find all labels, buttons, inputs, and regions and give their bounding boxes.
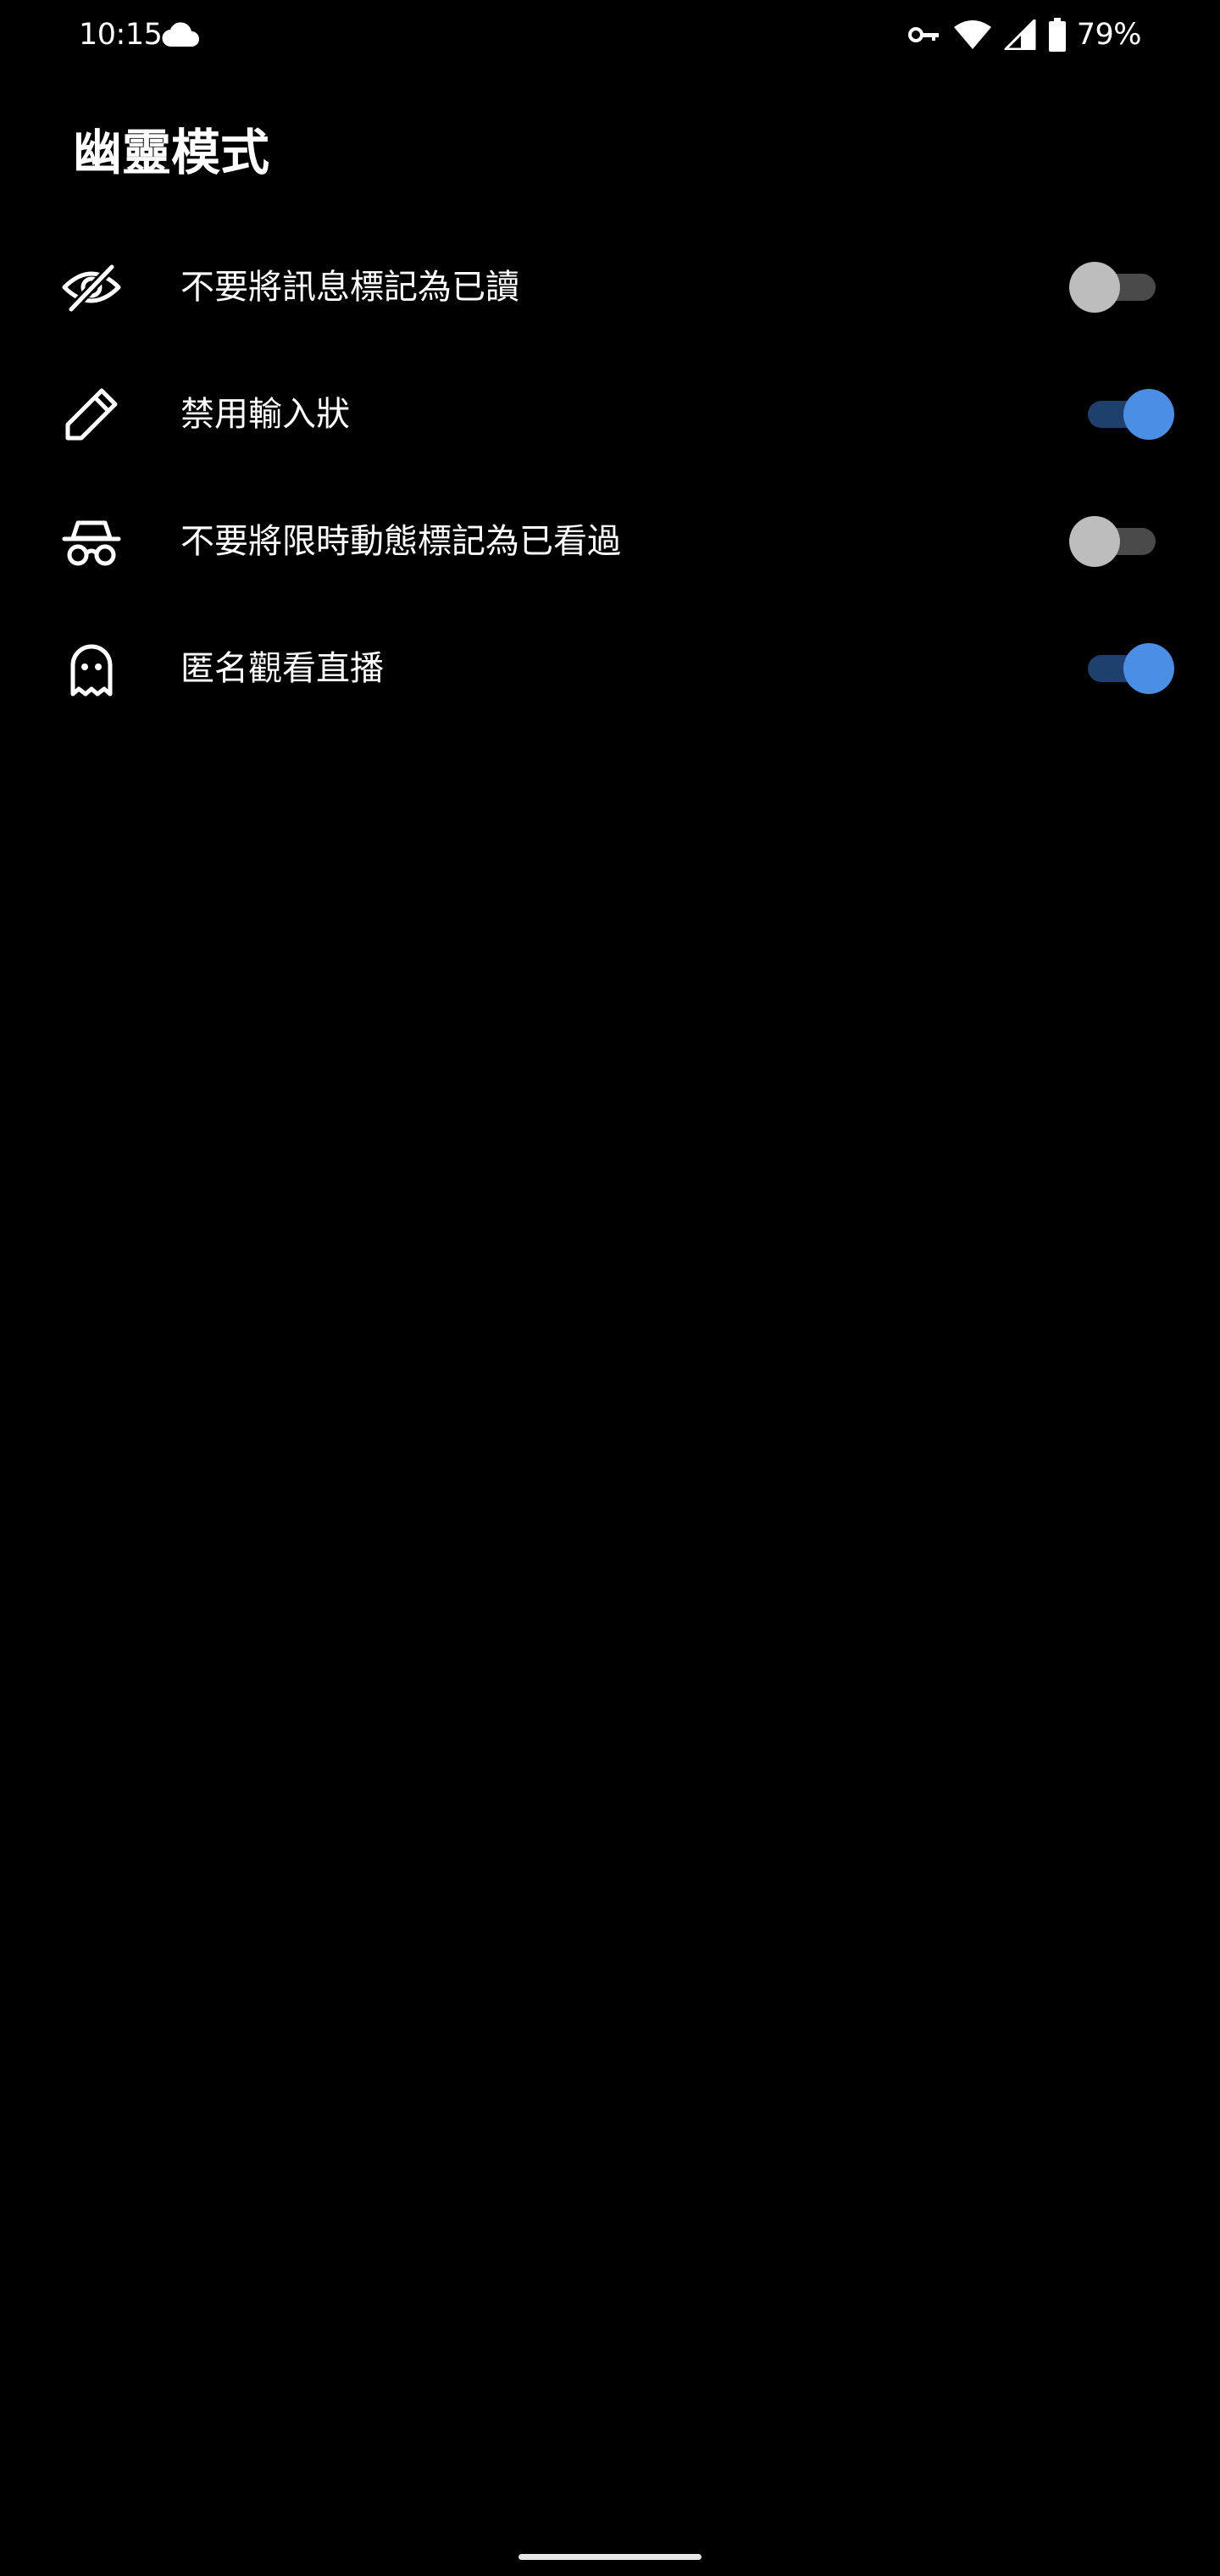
toggle-thumb [1069,262,1120,313]
toggle-switch[interactable] [1069,641,1174,696]
setting-label: 不要將訊息標記為已讀 [180,268,519,307]
home-indicator[interactable] [518,2554,702,2560]
wifi-icon [953,20,991,49]
battery-percent: 79% [1076,18,1142,52]
cloud-icon [162,22,199,47]
toggle-thumb [1123,389,1174,440]
status-time: 10:15 [79,18,163,52]
setting-row-mark-stories-seen[interactable]: 不要將限時動態標記為已看過 [0,478,1220,605]
setting-label: 不要將限時動態標記為已看過 [180,522,621,561]
battery-icon [1048,18,1066,52]
toggle-switch[interactable] [1069,260,1174,314]
toggle-switch[interactable] [1069,387,1174,441]
status-bar: 10:15 79% [0,0,1220,69]
settings-list: 不要將訊息標記為已讀 禁用輸入狀 不要將限時動態標記為已看過 匿名觀看直播 [0,224,1220,732]
setting-row-anonymous-live[interactable]: 匿名觀看直播 [0,605,1220,732]
cell-signal-icon [1004,19,1036,50]
eye-off-icon [62,264,121,313]
pencil-icon [65,388,118,441]
setting-label: 匿名觀看直播 [180,649,384,688]
ghost-icon [70,644,113,697]
toggle-thumb [1123,643,1174,694]
setting-label: 禁用輸入狀 [180,395,350,434]
status-icons: 79% [896,15,1142,54]
vpn-key-icon [907,27,939,42]
toggle-switch[interactable] [1069,514,1174,569]
page-title: 幽靈模式 [73,124,270,181]
setting-row-disable-typing-status[interactable]: 禁用輸入狀 [0,351,1220,478]
setting-row-mark-messages-read[interactable]: 不要將訊息標記為已讀 [0,224,1220,351]
toggle-thumb [1069,516,1120,567]
incognito-icon [62,520,121,566]
